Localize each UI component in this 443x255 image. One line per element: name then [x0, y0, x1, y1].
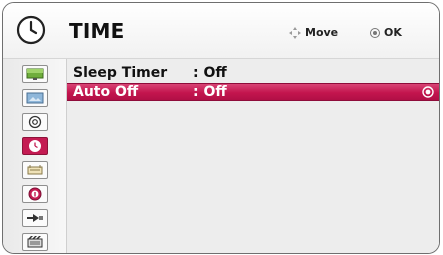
menu-row-value: : Off: [193, 65, 227, 81]
sidebar-item-picture[interactable]: [22, 65, 48, 83]
osd-menu-window: TIME Move OK Sleep Timer: Off Auto Off …: [2, 2, 440, 254]
move-hint: Move: [288, 26, 338, 40]
menu-row-value: : Off: [193, 84, 227, 100]
input-icon: [27, 214, 43, 222]
time-icon: [29, 140, 41, 152]
ok-button-icon: [370, 28, 380, 38]
ok-hint: OK: [369, 26, 402, 39]
move-label: Move: [305, 26, 339, 39]
menu-row-sleep-timer[interactable]: Sleep Timer : Off: [67, 65, 439, 83]
category-sidebar: [3, 59, 67, 253]
menu-row-label: Auto Off: [73, 84, 139, 100]
sidebar-item-info[interactable]: [22, 185, 48, 203]
audio-icon: [28, 115, 42, 129]
info-icon: [28, 187, 42, 201]
selection-indicator-icon: [422, 86, 434, 102]
sidebar-item-setup[interactable]: [22, 161, 48, 179]
sidebar-item-time[interactable]: [22, 137, 48, 155]
sidebar-item-input[interactable]: [22, 209, 48, 227]
page-title: TIME: [69, 19, 125, 43]
sidebar-item-media[interactable]: [22, 233, 48, 251]
media-icon: [27, 236, 43, 248]
picture-icon: [26, 68, 44, 80]
sidebar-item-audio[interactable]: [22, 113, 48, 131]
menu-row-label: Sleep Timer: [73, 65, 168, 81]
setup-icon: [27, 165, 43, 175]
menu-header: TIME Move OK: [3, 3, 439, 59]
menu-row-auto-off[interactable]: Auto Off : Off: [67, 83, 439, 101]
sidebar-item-screen[interactable]: [22, 89, 48, 107]
move-arrows-icon: [289, 27, 301, 39]
ok-label: OK: [384, 26, 402, 39]
screen-icon: [26, 92, 44, 104]
menu-content: Sleep Timer : Off Auto Off : Off: [67, 59, 439, 253]
clock-icon: [15, 14, 47, 46]
